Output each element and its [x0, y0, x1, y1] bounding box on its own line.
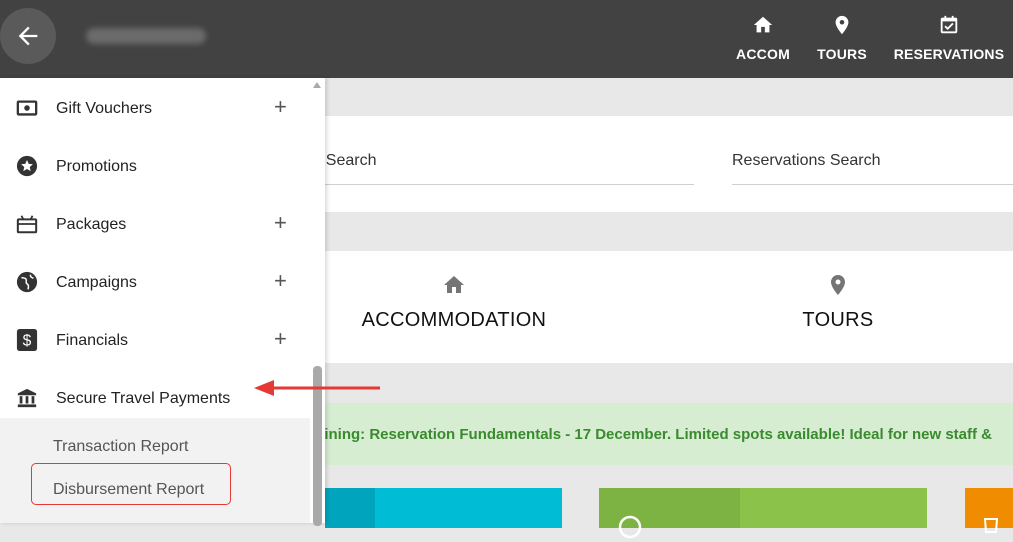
- annotation-highlight-box: [31, 463, 231, 505]
- submenu-transaction-report[interactable]: Transaction Report: [53, 438, 188, 456]
- voucher-icon: [16, 100, 38, 116]
- location-pin-icon: [835, 15, 849, 35]
- sidebar-item-label: Secure Travel Payments: [56, 390, 231, 407]
- nav-accom-label: ACCOM: [736, 46, 790, 62]
- green-tile[interactable]: [599, 488, 740, 539]
- blurred-account-name: [86, 28, 206, 44]
- location-pin-icon: [831, 275, 845, 295]
- home-icon: [444, 276, 464, 293]
- blue-tile[interactable]: [325, 488, 375, 528]
- back-button[interactable]: [0, 8, 56, 64]
- search-underline: [325, 184, 694, 185]
- top-app-bar: ACCOM TOURS RESERVATIONS: [0, 0, 1013, 78]
- nav-tours-label: TOURS: [817, 46, 867, 62]
- nav-accom[interactable]: ACCOM: [733, 10, 793, 70]
- dollar-icon: $: [16, 329, 38, 351]
- expand-plus-icon[interactable]: +: [274, 270, 287, 292]
- sidebar-drawer: Gift Vouchers + Promotions Packages + Ca…: [0, 78, 325, 523]
- blue-tile[interactable]: [375, 488, 562, 528]
- search-underline: [732, 184, 1013, 185]
- sidebar-item-gift-vouchers[interactable]: Gift Vouchers +: [0, 88, 325, 146]
- arrow-left-icon: [18, 26, 38, 46]
- tours-tile[interactable]: TOURS: [738, 251, 938, 332]
- scroll-up-arrow-icon[interactable]: [313, 82, 321, 88]
- home-icon: [753, 16, 773, 33]
- sidebar-scrollbar[interactable]: [310, 78, 325, 526]
- nav-tours[interactable]: TOURS: [812, 10, 872, 70]
- annotation-arrow-icon: [254, 380, 380, 396]
- star-icon: [16, 155, 38, 177]
- accommodation-label: ACCOMMODATION: [361, 309, 547, 331]
- calendar-check-icon: [940, 15, 958, 34]
- tours-label: TOURS: [802, 309, 874, 331]
- orange-tile[interactable]: [965, 488, 1013, 533]
- announcement-text: aining: Reservation Fundamentals - 17 De…: [316, 426, 993, 443]
- sidebar-item-label: Gift Vouchers: [56, 100, 153, 117]
- sidebar-item-financials[interactable]: $ Financials +: [0, 320, 325, 378]
- sidebar-item-promotions[interactable]: Promotions: [0, 146, 325, 204]
- bank-icon: [17, 388, 37, 408]
- tour-search-field[interactable]: r Search: [316, 152, 376, 170]
- expand-plus-icon[interactable]: +: [274, 96, 287, 118]
- green-tile[interactable]: [740, 488, 927, 528]
- globe-icon: [16, 271, 38, 293]
- sidebar-item-packages[interactable]: Packages +: [0, 204, 325, 262]
- sidebar-item-label: Campaigns: [56, 274, 137, 291]
- nav-reservations-label: RESERVATIONS: [893, 46, 1005, 62]
- expand-plus-icon[interactable]: +: [274, 212, 287, 234]
- accommodation-tile[interactable]: ACCOMMODATION: [354, 251, 554, 332]
- sidebar-item-label: Packages: [56, 216, 127, 233]
- reservations-search-field[interactable]: Reservations Search: [732, 152, 881, 170]
- sidebar-item-label: Financials: [56, 332, 129, 349]
- shopping-bag-icon: [983, 518, 999, 533]
- circle-icon: [618, 515, 642, 539]
- nav-reservations[interactable]: RESERVATIONS: [893, 10, 1005, 70]
- svg-text:$: $: [23, 333, 32, 350]
- expand-plus-icon[interactable]: +: [274, 328, 287, 350]
- sidebar-item-label: Promotions: [56, 158, 137, 175]
- package-icon: [16, 215, 38, 234]
- sidebar-item-campaigns[interactable]: Campaigns +: [0, 262, 325, 320]
